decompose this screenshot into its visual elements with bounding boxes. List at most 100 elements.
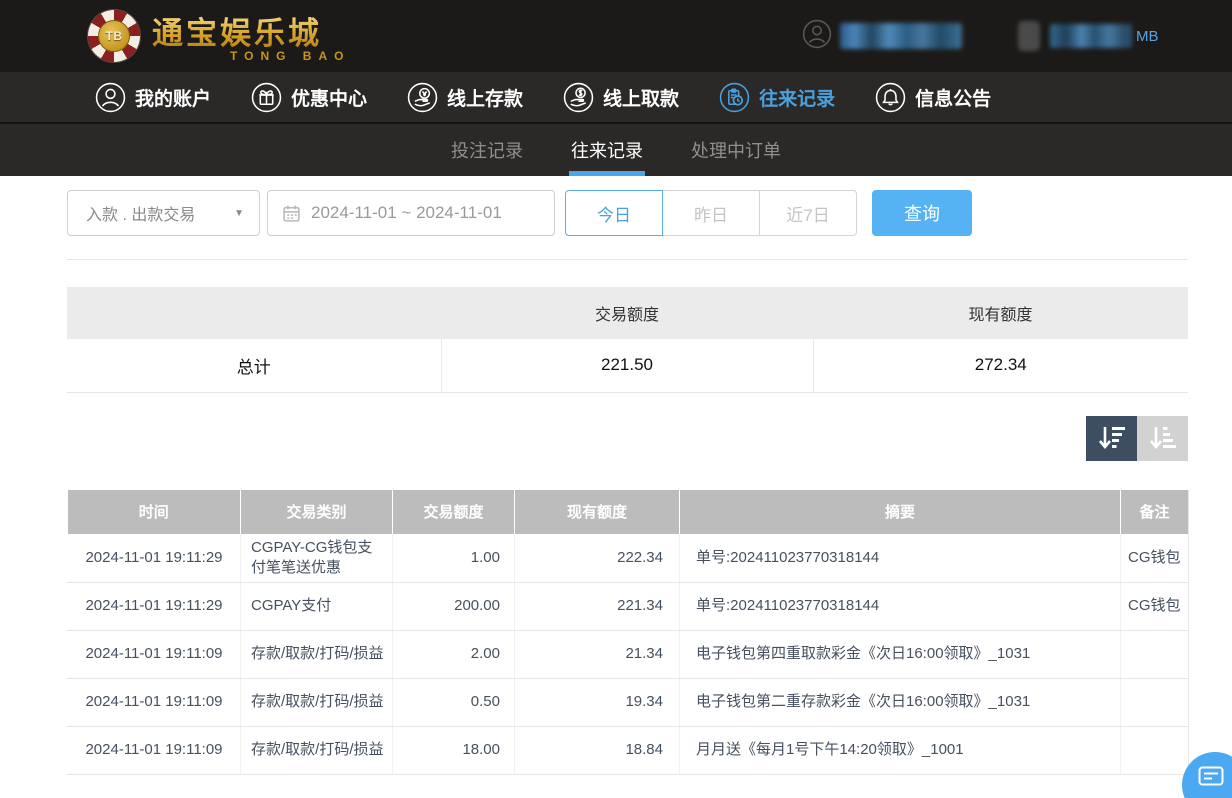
col-header-type: 交易类别 [241, 490, 393, 534]
table-row: 2024-11-01 19:11:29 CGPAY-CG钱包支付笔笔送优惠 1.… [68, 534, 1189, 583]
transaction-type-select[interactable]: 入款 . 出款交易 ▼ [67, 190, 260, 236]
chat-card-icon [1198, 766, 1224, 788]
cell-balance: 21.34 [515, 631, 680, 679]
cell-note [1121, 679, 1189, 727]
user-icon [95, 82, 126, 113]
cell-balance: 18.84 [515, 727, 680, 775]
tab-pending-orders[interactable]: 处理中订单 [689, 124, 783, 176]
brand-name-en: TONG BAO [230, 49, 350, 63]
table-row: 2024-11-01 19:11:09 存款/取款/打码/损益 2.00 21.… [68, 631, 1189, 679]
cell-amount: 2.00 [393, 631, 515, 679]
cell-summary: 电子钱包第二重存款彩金《次日16:00领取》_1031 [680, 679, 1121, 727]
summary-total-label: 总计 [67, 339, 441, 392]
brand-name-cn: 通宝娱乐城 [152, 8, 350, 53]
transaction-type-value: 入款 . 出款交易 [86, 201, 195, 225]
nav-item-promotions[interactable]: 优惠中心 [251, 82, 367, 113]
date-range-input[interactable]: 2024-11-01 ~ 2024-11-01 [267, 190, 555, 236]
cell-amount: 0.50 [393, 679, 515, 727]
redacted-wallet-icon [1018, 21, 1040, 51]
summary-header-transaction: 交易额度 [441, 287, 813, 339]
cell-amount: 18.00 [393, 727, 515, 775]
cell-time: 2024-11-01 19:11:09 [68, 679, 241, 727]
summary-current-total: 272.34 [813, 339, 1188, 392]
content-area: 入款 . 出款交易 ▼ 2024-11-01 ~ 2024-11-01 今日 昨… [67, 190, 1188, 775]
cell-note: CG钱包 [1121, 583, 1189, 631]
redacted-balance [1050, 24, 1132, 48]
quick-today-button[interactable]: 今日 [565, 190, 663, 236]
nav-item-online-deposit[interactable]: 线上存款 [407, 82, 523, 113]
bell-icon [875, 82, 906, 113]
brand-logo[interactable]: TB 通宝娱乐城 TONG BAO [88, 8, 350, 63]
cell-type: CGPAY支付 [241, 583, 393, 631]
section-divider [67, 259, 1188, 260]
filter-bar: 入款 . 出款交易 ▼ 2024-11-01 ~ 2024-11-01 今日 昨… [67, 190, 1188, 236]
cell-note [1121, 727, 1189, 775]
summary-transaction-total: 221.50 [441, 339, 813, 392]
cell-summary: 单号:202411023770318144 [680, 583, 1121, 631]
calendar-icon [282, 204, 301, 223]
nav-label: 线上取款 [603, 84, 679, 111]
sort-controls [67, 416, 1188, 461]
records-icon [719, 82, 750, 113]
records-table: 时间 交易类别 交易额度 现有额度 摘要 备注 2024-11-01 19:11… [67, 490, 1189, 776]
quick-yesterday-button[interactable]: 昨日 [662, 190, 760, 236]
quick-last7days-button[interactable]: 近7日 [759, 190, 857, 236]
cell-time: 2024-11-01 19:11:09 [68, 631, 241, 679]
nav-item-my-account[interactable]: 我的账户 [95, 82, 211, 113]
summary-header-empty [67, 287, 441, 339]
cell-time: 2024-11-01 19:11:29 [68, 534, 241, 583]
record-tabs: 投注记录 往来记录 处理中订单 [0, 124, 1232, 176]
nav-item-transaction-records[interactable]: 往来记录 [719, 82, 835, 113]
cell-time: 2024-11-01 19:11:29 [68, 583, 241, 631]
nav-label: 我的账户 [135, 84, 211, 111]
cell-type: 存款/取款/打码/损益 [241, 631, 393, 679]
col-header-time: 时间 [68, 490, 241, 534]
date-range-value: 2024-11-01 ~ 2024-11-01 [311, 203, 502, 223]
cell-amount: 1.00 [393, 534, 515, 583]
redacted-username [840, 23, 962, 49]
tab-transaction-records[interactable]: 往来记录 [569, 124, 645, 176]
nav-label: 线上存款 [447, 84, 523, 111]
cell-note: CG钱包 [1121, 534, 1189, 583]
main-navigation: 我的账户 优惠中心 线上存款 [0, 72, 1232, 124]
summary-header-current: 现有额度 [813, 287, 1188, 339]
tab-betting-records[interactable]: 投注记录 [449, 124, 525, 176]
quick-date-group: 今日 昨日 近7日 [565, 190, 857, 236]
cell-amount: 200.00 [393, 583, 515, 631]
nav-label: 优惠中心 [291, 84, 367, 111]
search-button[interactable]: 查询 [872, 190, 972, 236]
balance-unit: MB [1136, 28, 1159, 45]
cell-balance: 222.34 [515, 534, 680, 583]
sort-descending-icon [1097, 424, 1127, 452]
sort-ascending-button[interactable] [1137, 416, 1188, 461]
user-avatar-icon [802, 19, 832, 54]
gift-icon [251, 82, 282, 113]
cell-balance: 19.34 [515, 679, 680, 727]
records-header-row: 时间 交易类别 交易额度 现有额度 摘要 备注 [68, 490, 1189, 534]
sort-descending-button[interactable] [1086, 416, 1137, 461]
cell-type: 存款/取款/打码/损益 [241, 727, 393, 775]
top-header: TB 通宝娱乐城 TONG BAO MB [0, 0, 1232, 72]
table-row: 2024-11-01 19:11:09 存款/取款/打码/损益 0.50 19.… [68, 679, 1189, 727]
nav-label: 往来记录 [759, 84, 835, 111]
cell-time: 2024-11-01 19:11:09 [68, 727, 241, 775]
nav-item-announcements[interactable]: 信息公告 [875, 82, 991, 113]
nav-item-online-withdrawal[interactable]: 线上取款 [563, 82, 679, 113]
table-row: 2024-11-01 19:11:29 CGPAY支付 200.00 221.3… [68, 583, 1189, 631]
col-header-summary: 摘要 [680, 490, 1121, 534]
page: TB 通宝娱乐城 TONG BAO MB 我的账户 [0, 0, 1232, 798]
deposit-icon [407, 82, 438, 113]
summary-table: 交易额度 现有额度 总计 221.50 272.34 [67, 287, 1188, 393]
col-header-note: 备注 [1121, 490, 1189, 534]
poker-chip-icon: TB [88, 10, 140, 62]
customer-service-float-button[interactable] [1182, 752, 1232, 798]
nav-label: 信息公告 [915, 84, 991, 111]
cell-type: CGPAY-CG钱包支付笔笔送优惠 [241, 534, 393, 583]
col-header-amount: 交易额度 [393, 490, 515, 534]
cell-type: 存款/取款/打码/损益 [241, 679, 393, 727]
cell-summary: 单号:202411023770318144 [680, 534, 1121, 583]
summary-total-row: 总计 221.50 272.34 [67, 339, 1188, 392]
chip-label: TB [106, 29, 123, 43]
cell-balance: 221.34 [515, 583, 680, 631]
user-info-area: MB [802, 0, 1159, 72]
